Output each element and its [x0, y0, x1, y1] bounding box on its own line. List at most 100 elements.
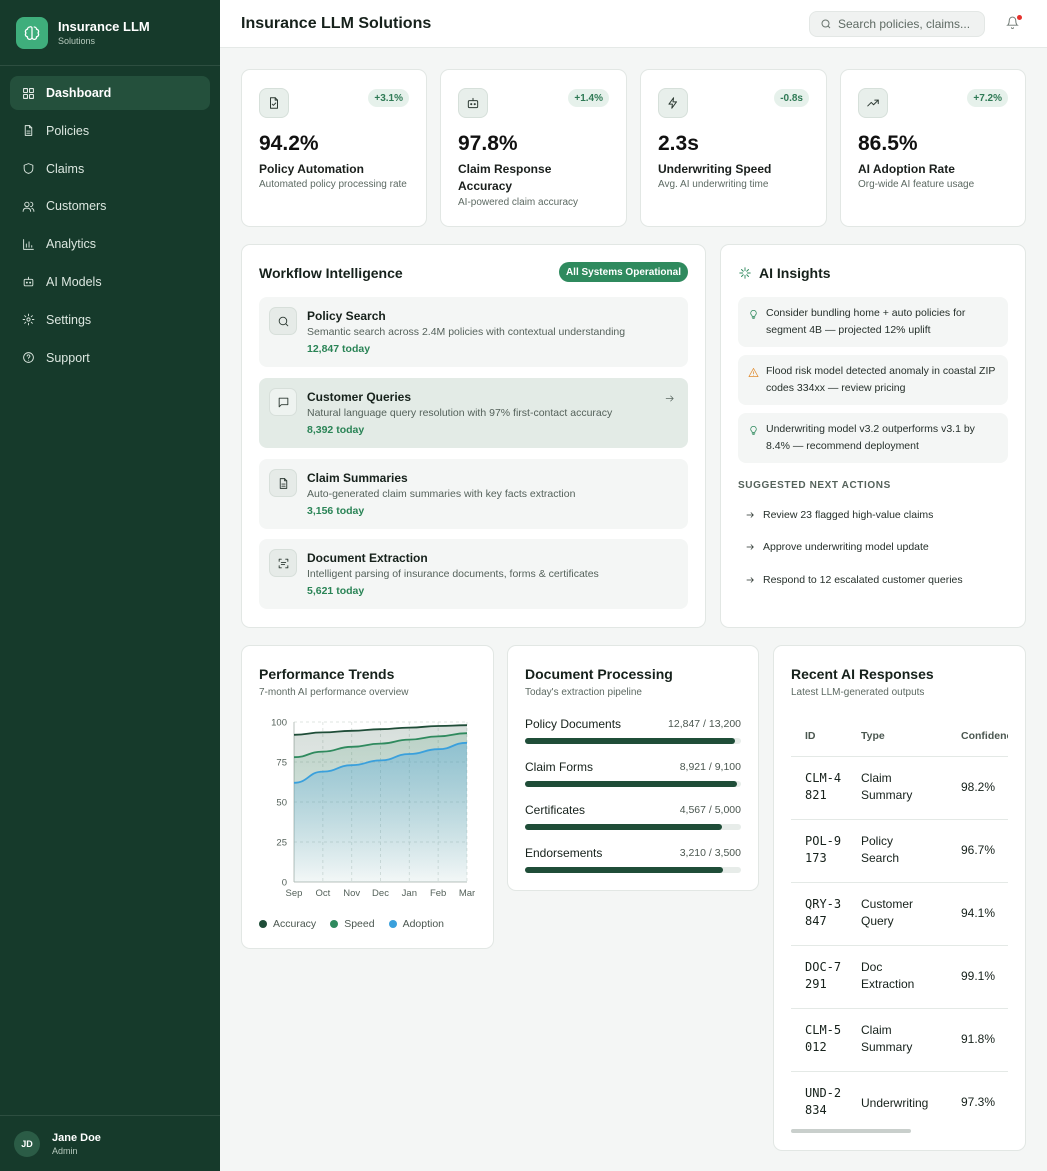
x-tick-label: Jan	[402, 888, 417, 899]
kpi-change-badge: +3.1%	[368, 89, 409, 107]
chart-legend: Accuracy Speed Adoption	[259, 918, 458, 930]
insight-item[interactable]: Flood risk model detected anomaly in coa…	[738, 355, 1008, 405]
next-action-label: Review 23 flagged high-value claims	[763, 509, 934, 521]
sidebar-item-label: Analytics	[46, 237, 97, 252]
kpi-value: 2.3s	[658, 132, 699, 155]
section-subtitle: Today's extraction pipeline	[525, 687, 642, 698]
insight-item[interactable]: Underwriting model v3.2 outperforms v3.1…	[738, 413, 1008, 463]
table-row[interactable]: CLM-5012 Claim Summary 91.8%	[791, 1008, 1008, 1071]
workflow-description: Intelligent parsing of insurance documen…	[307, 568, 599, 580]
column-header-type[interactable]: Type	[861, 730, 885, 742]
notifications-button[interactable]	[1006, 15, 1022, 30]
progress-value: 8,921 / 9,100	[679, 761, 741, 773]
section-title: Performance Trends	[259, 666, 395, 682]
table-row[interactable]: QRY-3847 Customer Query 94.1%	[791, 882, 1008, 945]
workflow-item-customer-queries[interactable]: Customer Queries Natural language query …	[259, 378, 688, 448]
sidebar-nav: Dashboard Policies Claims Customers Anal…	[0, 66, 220, 388]
document-processing-panel: Document Processing Today's extraction p…	[507, 645, 759, 891]
sidebar-item-policies[interactable]: Policies	[10, 114, 210, 148]
arrow-right-icon	[746, 512, 754, 518]
kpi-card-ai-adoption: +7.2% 86.5% AI Adoption Rate Org-wide AI…	[840, 69, 1026, 227]
kpi-label: Claim Response Accuracy	[458, 162, 552, 193]
bar-chart-icon	[23, 238, 34, 250]
sidebar-item-ai-models[interactable]: AI Models	[10, 265, 210, 299]
cell-id: UND-2834	[805, 1086, 842, 1117]
sidebar-item-claims[interactable]: Claims	[10, 152, 210, 186]
insight-text: Underwriting model v3.2 outperforms v3.1…	[766, 423, 975, 452]
table-row[interactable]: UND-2834 Underwriting 97.3%	[791, 1071, 1008, 1128]
kpi-change-badge: +1.4%	[568, 89, 609, 107]
y-tick-label: 50	[276, 798, 287, 809]
sidebar-item-analytics[interactable]: Analytics	[10, 227, 210, 261]
legend-item-adoption[interactable]: Adoption	[388, 918, 444, 930]
workflow-count: 5,621 today	[307, 585, 365, 597]
table-row[interactable]: CLM-4821 Claim Summary 98.2%	[791, 756, 1008, 819]
legend-item-speed[interactable]: Speed	[330, 918, 375, 930]
legend-item-accuracy[interactable]: Accuracy	[259, 918, 316, 930]
user-profile[interactable]: JD Jane Doe Admin	[0, 1115, 220, 1171]
x-tick-label: Nov	[343, 888, 360, 899]
avatar: JD	[14, 1130, 40, 1157]
kpi-card-policy-automation: +3.1% 94.2% Policy Automation Automated …	[241, 69, 427, 227]
sidebar-item-label: Claims	[46, 161, 85, 176]
sidebar-item-label: Support	[46, 350, 90, 365]
progress-track	[525, 781, 741, 787]
sidebar-item-customers[interactable]: Customers	[10, 189, 210, 223]
lightning-icon	[658, 88, 688, 118]
sidebar-item-label: Dashboard	[46, 86, 112, 100]
x-tick-label: Dec	[372, 888, 389, 899]
workflow-title: Document Extraction	[307, 551, 428, 565]
cell-type: Claim Summary	[861, 771, 913, 802]
kpi-value: 86.5%	[858, 132, 918, 155]
next-action-link[interactable]: Respond to 12 escalated customer queries	[745, 574, 963, 586]
progress-value: 4,567 / 5,000	[679, 804, 741, 816]
workflow-description: Semantic search across 2.4M policies wit…	[307, 326, 626, 338]
workflow-item-document-extraction[interactable]: Document Extraction Intelligent parsing …	[259, 539, 688, 609]
column-header-confidence[interactable]: Confidence	[961, 730, 1008, 742]
workflow-item-policy-search[interactable]: Policy Search Semantic search across 2.4…	[259, 297, 688, 367]
y-tick-label: 0	[282, 878, 287, 889]
brand[interactable]: Insurance LLM Solutions	[0, 0, 220, 66]
cell-type: Underwriting	[861, 1096, 929, 1110]
column-header-id[interactable]: ID	[805, 730, 816, 742]
search-icon	[821, 19, 831, 29]
next-action-link[interactable]: Approve underwriting model update	[745, 541, 929, 553]
users-icon	[22, 201, 35, 212]
progress-label: Claim Forms	[525, 760, 593, 774]
section-subtitle: Latest LLM-generated outputs	[791, 687, 925, 698]
table-row[interactable]: POL-9173 Policy Search 96.7%	[791, 819, 1008, 882]
legend-label: Speed	[344, 918, 375, 930]
sidebar-item-label: Policies	[46, 123, 90, 138]
kpi-label: Underwriting Speed	[658, 162, 772, 176]
grid-icon	[23, 87, 34, 99]
cell-id: DOC-7291	[805, 960, 842, 991]
progress-track	[525, 824, 741, 830]
cell-confidence: 91.8%	[961, 1032, 996, 1046]
section-title: AI Insights	[759, 265, 831, 281]
table-row[interactable]: DOC-7291 Doc Extraction 99.1%	[791, 945, 1008, 1008]
workflow-count: 3,156 today	[307, 505, 365, 517]
insight-item[interactable]: Consider bundling home + auto policies f…	[738, 297, 1008, 347]
horizontal-scrollbar[interactable]	[791, 1129, 911, 1133]
cell-confidence: 99.1%	[961, 969, 996, 983]
responses-table-scroll[interactable]: ID Type Confidence CLM-4821 Claim Summar…	[791, 718, 1008, 1128]
sidebar-item-support[interactable]: Support	[10, 341, 210, 375]
legend-label: Accuracy	[273, 918, 317, 930]
cell-id: CLM-4821	[805, 771, 842, 802]
search-input[interactable]: Search policies, claims...	[809, 11, 985, 37]
search-icon	[269, 307, 297, 335]
y-tick-label: 25	[276, 838, 287, 849]
shield-icon	[23, 163, 34, 174]
cell-id: CLM-5012	[805, 1023, 842, 1054]
sparkle-icon	[738, 266, 752, 280]
section-title: Recent AI Responses	[791, 666, 934, 682]
next-actions-heading: SUGGESTED NEXT ACTIONS	[738, 480, 891, 491]
workflow-description: Natural language query resolution with 9…	[307, 407, 613, 419]
cell-type: Doc Extraction	[861, 960, 915, 991]
insight-text: Consider bundling home + auto policies f…	[766, 307, 966, 336]
workflow-item-claim-summaries[interactable]: Claim Summaries Auto-generated claim sum…	[259, 459, 688, 529]
sidebar-item-settings[interactable]: Settings	[10, 303, 210, 337]
next-action-link[interactable]: Review 23 flagged high-value claims	[745, 509, 933, 521]
sidebar-item-dashboard[interactable]: Dashboard	[10, 76, 210, 110]
user-role: Admin	[52, 1145, 78, 1156]
